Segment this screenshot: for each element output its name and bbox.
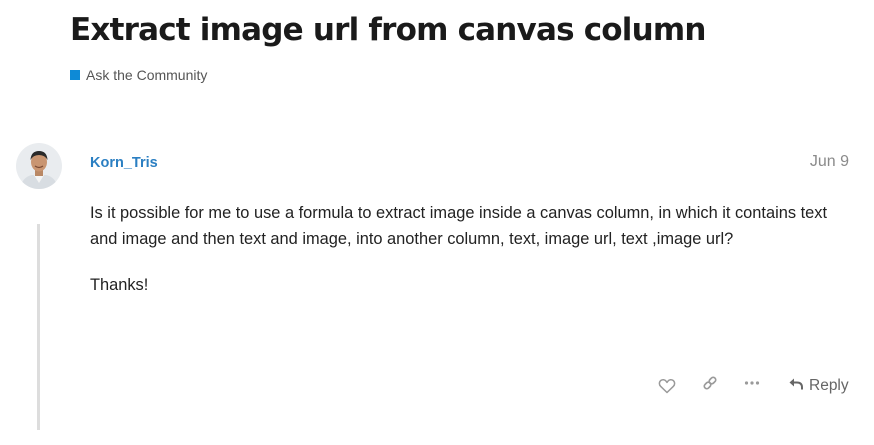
post-actions: Reply <box>0 372 874 402</box>
topic-title[interactable]: Extract image url from canvas column <box>70 12 706 48</box>
category-color-swatch <box>70 70 80 80</box>
post-paragraph: Thanks! <box>90 276 149 294</box>
post-body: Is it possible for me to use a formula t… <box>90 200 850 318</box>
topic-page: Extract image url from canvas column Ask… <box>0 0 874 445</box>
category-label[interactable]: Ask the Community <box>86 67 207 83</box>
post-date[interactable]: Jun 9 <box>810 153 849 171</box>
heart-icon <box>658 378 676 394</box>
avatar[interactable] <box>16 143 62 189</box>
reply-button[interactable]: Reply <box>788 372 849 400</box>
post-paragraph: Is it possible for me to use a formula t… <box>90 204 828 248</box>
reply-label: Reply <box>809 377 849 394</box>
category-badge[interactable]: Ask the Community <box>70 67 207 83</box>
ellipsis-icon <box>744 380 760 386</box>
post-username[interactable]: Korn_Tris <box>90 155 158 171</box>
copy-link-button[interactable] <box>702 375 718 391</box>
link-icon <box>702 375 718 391</box>
reply-arrow-icon <box>788 377 809 396</box>
more-actions-button[interactable] <box>744 380 760 386</box>
like-button[interactable] <box>658 378 676 394</box>
